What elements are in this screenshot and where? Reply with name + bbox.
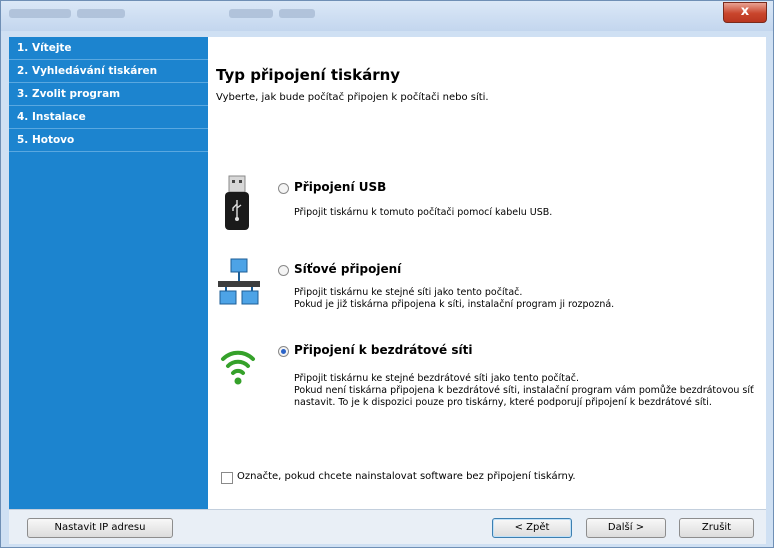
wireless-option-desc-line-1: Připojit tiskárnu ke stejné bezdrátové s… (294, 373, 580, 384)
installer-window: x 1. Vítejte 2. Vyhledávání tiskáren 3. … (0, 0, 774, 548)
sidebar-step-printer-search: 2. Vyhledávání tiskáren (9, 60, 208, 83)
sidebar-step-choose-program: 3. Zvolit program (9, 83, 208, 106)
wireless-radio[interactable] (278, 346, 289, 357)
close-button[interactable]: x (723, 2, 767, 23)
sidebar-step-welcome: 1. Vítejte (9, 37, 208, 60)
next-button[interactable]: Další > (586, 518, 666, 538)
network-option-desc-line-1: Připojit tiskárnu ke stejné síti jako te… (294, 287, 523, 298)
usb-option-desc-line: Připojit tiskárnu k tomuto počítači pomo… (294, 207, 553, 218)
page-title: Typ připojení tiskárny (216, 66, 401, 84)
sidebar-step-done: 5. Hotovo (9, 129, 208, 152)
wireless-option-title[interactable]: Připojení k bezdrátové síti (294, 343, 472, 357)
usb-drive-icon (225, 175, 249, 230)
main-panel: Typ připojení tiskárny Vyberte, jak bude… (208, 37, 766, 509)
network-option-desc-line-2: Pokud je již tiskárna připojena k síti, … (294, 299, 615, 310)
usb-radio[interactable] (278, 183, 289, 194)
page-subtitle: Vyberte, jak bude počítač připojen k poč… (216, 92, 489, 103)
no-printer-checkbox-label[interactable]: Označte, pokud chcete nainstalovat softw… (237, 471, 576, 482)
no-printer-checkbox[interactable] (221, 472, 233, 484)
blurred-app-name (9, 9, 71, 18)
usb-option-title[interactable]: Připojení USB (294, 180, 386, 194)
wireless-option-desc-line-3: nastavit. To je k dispozici pouze pro ti… (294, 397, 712, 408)
blurred-window-label (229, 9, 273, 18)
cancel-button[interactable]: Zrušit (679, 518, 754, 538)
button-bar: Nastavit IP adresu < Zpět Další > Zrušit (9, 509, 766, 544)
wireless-option-desc-line-2: Pokud není tiskárna připojena k bezdráto… (294, 385, 754, 396)
blurred-window-sublabel (279, 9, 315, 18)
network-radio[interactable] (278, 265, 289, 276)
sidebar-step-installation: 4. Instalace (9, 106, 208, 129)
blurred-app-version (77, 9, 125, 18)
back-button[interactable]: < Zpět (492, 518, 572, 538)
network-icon (218, 258, 260, 305)
close-icon: x (740, 4, 750, 19)
set-ip-address-button[interactable]: Nastavit IP adresu (27, 518, 173, 538)
network-option-title[interactable]: Síťové připojení (294, 262, 401, 276)
steps-sidebar: 1. Vítejte 2. Vyhledávání tiskáren 3. Zv… (9, 37, 208, 509)
title-bar[interactable]: x (1, 1, 773, 31)
wifi-icon (221, 350, 255, 385)
